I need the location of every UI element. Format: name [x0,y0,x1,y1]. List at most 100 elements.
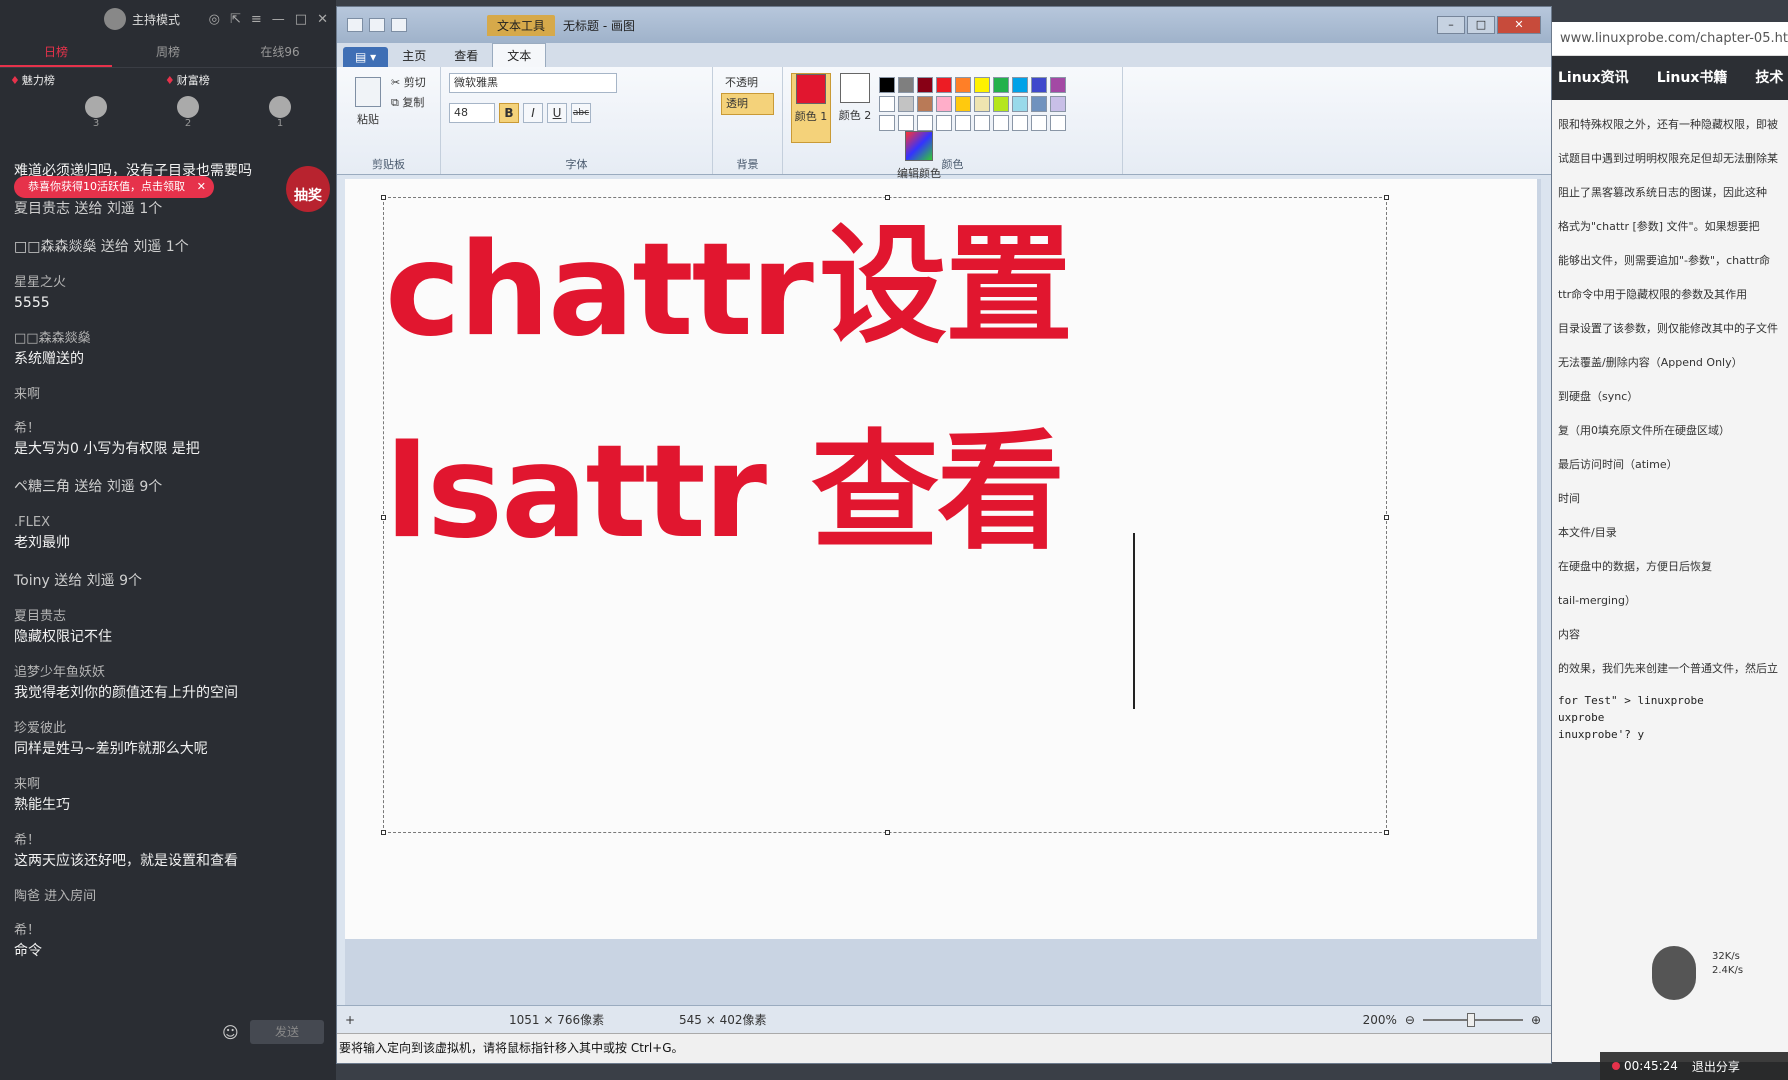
chat-username[interactable]: □□森森燚燊 [14,330,322,348]
nav-item[interactable]: Linux资讯 [1558,56,1629,100]
palette-swatch[interactable] [1031,96,1047,112]
rank-avatar[interactable] [269,96,291,118]
undo-icon[interactable] [369,18,385,32]
zoom-out-icon[interactable]: ⊖ [1405,1013,1415,1027]
zoom-in-icon[interactable]: ⊕ [1531,1013,1541,1027]
chat-username[interactable]: .FLEX [14,514,322,532]
zoom-slider[interactable] [1422,1012,1523,1027]
chat-username[interactable]: 陶爸 进入房间 [14,888,322,906]
palette-swatch[interactable] [879,115,895,131]
palette-swatch[interactable] [993,96,1009,112]
paint-menu-button[interactable]: ▤ ▾ [343,47,389,67]
nav-item[interactable]: Linux书籍 [1657,56,1728,100]
italic-button[interactable]: I [523,103,543,123]
palette-swatch[interactable] [974,96,990,112]
color2-button[interactable]: 颜色 2 [835,73,875,143]
tab-weekly[interactable]: 周榜 [112,38,224,67]
close-icon[interactable]: ✕ [317,12,328,27]
resize-handle[interactable] [1384,195,1389,200]
address-bar[interactable]: www.linuxprobe.com/chapter-05.html [1552,22,1788,56]
color1-button[interactable]: 颜色 1 [791,73,831,143]
palette-swatch[interactable] [1031,77,1047,93]
resize-handle[interactable] [381,195,386,200]
resize-handle[interactable] [1384,515,1389,520]
maximize-button[interactable]: □ [1467,16,1495,34]
palette-swatch[interactable] [993,77,1009,93]
chat-username[interactable]: 夏目贵志 [14,608,322,626]
menu-icon[interactable]: ≡ [251,12,262,27]
palette-swatch[interactable] [898,77,914,93]
palette-swatch[interactable] [917,77,933,93]
chat-username[interactable]: 追梦少年鱼妖妖 [14,664,322,682]
redo-icon[interactable] [391,18,407,32]
palette-swatch[interactable] [974,115,990,131]
palette-swatch[interactable] [974,77,990,93]
copy-button[interactable]: ⧉ 复制 [391,93,426,113]
palette-swatch[interactable] [898,115,914,131]
palette-swatch[interactable] [1012,77,1028,93]
maximize-icon[interactable]: □ [295,12,307,27]
lottery-button[interactable]: 抽奖 [286,166,330,212]
send-button[interactable]: 发送 [250,1020,324,1044]
minimize-icon[interactable]: — [272,12,285,27]
palette-swatch[interactable] [898,96,914,112]
tab-daily[interactable]: 日榜 [0,38,112,67]
save-icon[interactable] [347,18,363,32]
opaque-option[interactable]: 不透明 [721,73,774,93]
chat-username[interactable]: 希！ [14,832,322,850]
close-icon[interactable]: ✕ [197,176,206,198]
resize-handle[interactable] [885,195,890,200]
paste-button[interactable]: 粘贴 [345,73,391,135]
chat-username[interactable]: 希！ [14,922,322,940]
rank-avatar[interactable] [85,96,107,118]
bold-button[interactable]: B [499,103,519,123]
resize-handle[interactable] [885,830,890,835]
palette-swatch[interactable] [993,115,1009,131]
palette-swatch[interactable] [1012,96,1028,112]
palette-swatch[interactable] [879,77,895,93]
rank-avatar[interactable] [177,96,199,118]
transparent-option[interactable]: 透明 [721,93,774,115]
palette-swatch[interactable] [1031,115,1047,131]
cut-button[interactable]: ✂ 剪切 [391,73,426,93]
underline-button[interactable]: U [547,103,567,123]
chat-username[interactable]: 来啊 [14,776,322,794]
canvas[interactable]: chattr 设置 lsattr 查看 [345,179,1537,939]
zoom-thumb[interactable] [1466,1012,1475,1027]
palette-swatch[interactable] [917,96,933,112]
close-button[interactable]: ✕ [1497,16,1541,34]
host-avatar[interactable] [104,8,126,30]
palette-swatch[interactable] [917,115,933,131]
settings-icon[interactable]: ◎ [209,12,220,27]
palette-swatch[interactable] [879,96,895,112]
tab-view[interactable]: 查看 [440,44,492,67]
tab-home[interactable]: 主页 [388,44,440,67]
resize-handle[interactable] [381,830,386,835]
share-icon[interactable]: ⇱ [230,12,241,27]
palette-swatch[interactable] [955,115,971,131]
chat-username[interactable]: 珍爱彼此 [14,720,322,738]
chat-username[interactable]: 来啊 [14,386,322,404]
palette-swatch[interactable] [955,77,971,93]
charm-rank-label[interactable]: 魅力榜 [10,72,55,88]
wealth-rank-label[interactable]: 财富榜 [165,72,210,88]
palette-swatch[interactable] [1050,77,1066,93]
emoji-icon[interactable]: ☺ [222,1023,239,1042]
chat-username[interactable]: 希！ [14,420,322,438]
palette-swatch[interactable] [936,77,952,93]
add-icon[interactable]: + [345,1013,355,1027]
strikethrough-button[interactable]: abc [571,103,591,123]
font-size-select[interactable]: 48 [449,103,495,123]
chat-username[interactable]: 星星之火 [14,274,322,292]
palette-swatch[interactable] [936,96,952,112]
palette-swatch[interactable] [1050,115,1066,131]
resize-handle[interactable] [1384,830,1389,835]
exit-share-button[interactable]: 退出分享 [1692,1058,1740,1075]
tab-text[interactable]: 文本 [492,43,547,67]
reward-toast[interactable]: 恭喜你获得10活跃值，点击领取 ✕ [14,176,214,198]
palette-swatch[interactable] [936,115,952,131]
palette-swatch[interactable] [1012,115,1028,131]
minimize-button[interactable]: – [1437,16,1465,34]
palette-swatch[interactable] [1050,96,1066,112]
font-family-select[interactable]: 微软雅黑 [449,73,617,93]
